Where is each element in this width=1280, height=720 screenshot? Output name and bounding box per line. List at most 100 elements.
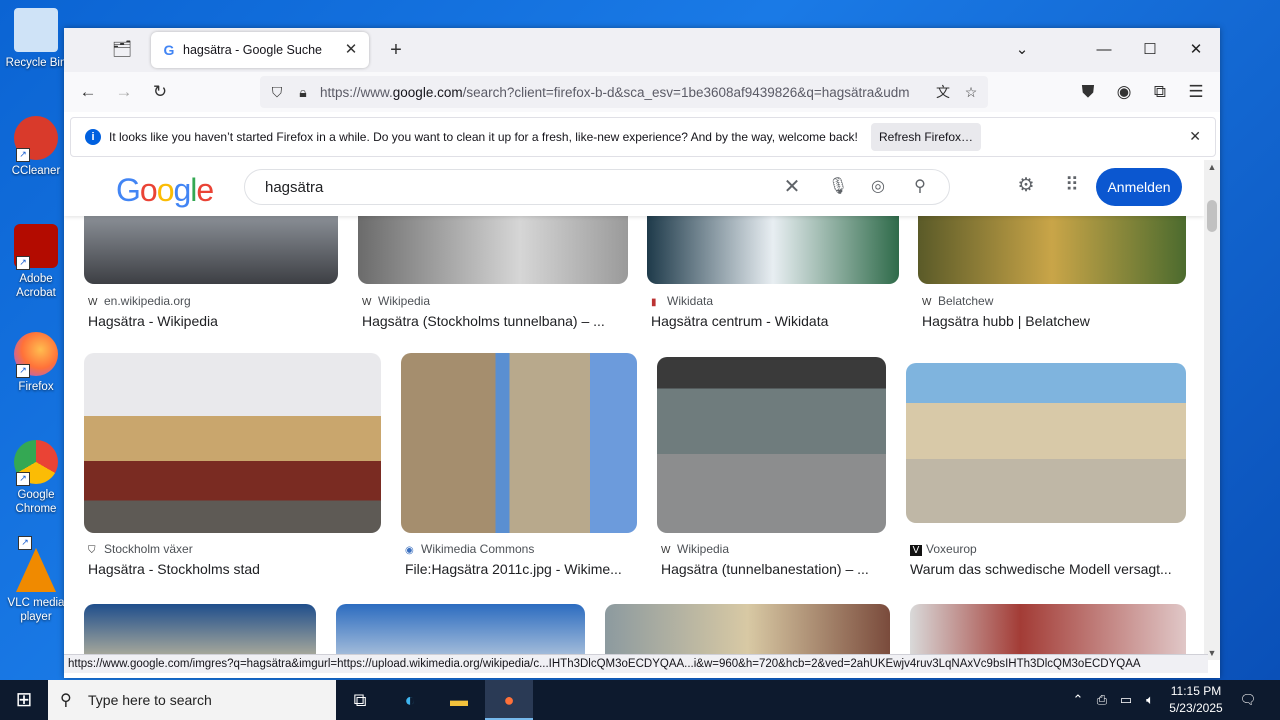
microphone-icon[interactable]: 🎙︎ <box>827 176 849 198</box>
result-thumbnail[interactable] <box>906 363 1186 523</box>
tray-chevron-icon[interactable]: ⌃ <box>1068 680 1088 720</box>
result-thumbnail[interactable] <box>401 353 637 533</box>
desktop-icon-adobe-acrobat[interactable]: ↗ Adobe Acrobat <box>2 224 70 300</box>
windows-start-icon[interactable]: ⊞ <box>0 680 48 720</box>
result-source[interactable]: ▮ Wikidata <box>651 294 713 308</box>
result-title[interactable]: Warum das schwedische Modell versagt... <box>910 561 1186 577</box>
result-thumbnail[interactable] <box>647 216 899 284</box>
tab-google-search[interactable]: G hagsätra - Google Suche ✕ <box>151 32 369 68</box>
url-bar[interactable]: ⛉ 🔒︎ https://www.google.com/search?clien… <box>260 76 988 108</box>
result-source[interactable]: ⛉ Stockholm växer <box>88 542 193 556</box>
result-thumbnail[interactable] <box>84 216 338 284</box>
result-title[interactable]: Hagsätra - Stockholms stad <box>88 561 378 577</box>
minimize-button[interactable]: — <box>1092 38 1116 62</box>
result-thumbnail[interactable] <box>336 604 585 660</box>
belatchew-icon: W <box>922 297 932 308</box>
search-icon[interactable]: ⚲ <box>909 176 931 198</box>
refresh-firefox-button[interactable]: Refresh Firefox… <box>871 123 981 151</box>
taskbar-search-box[interactable]: ⚲ Type here to search <box>48 680 336 720</box>
result-thumbnail[interactable] <box>84 604 316 660</box>
reload-button[interactable]: ↻ <box>148 80 172 104</box>
firefox-view-button[interactable]: 🗂 <box>110 38 134 62</box>
volume-icon[interactable]: 🔈︎ <box>1140 680 1160 720</box>
pocket-icon[interactable]: ⛊ <box>1076 80 1100 104</box>
close-window-button[interactable]: ✕ <box>1184 38 1208 62</box>
wikimedia-icon: ◉ <box>405 545 414 556</box>
desktop-icon-vlc[interactable]: ↗ VLC media player <box>2 536 70 624</box>
result-thumbnail[interactable] <box>918 216 1186 284</box>
voxeurop-icon: V <box>910 545 922 556</box>
sign-in-button[interactable]: Anmelden <box>1096 168 1182 206</box>
result-source[interactable]: W Wikipedia <box>362 294 430 308</box>
result-title[interactable]: Hagsätra hubb | Belatchew <box>922 313 1186 329</box>
clear-search-icon[interactable]: ✕ <box>781 176 803 198</box>
result-thumbnail[interactable] <box>84 353 381 533</box>
page-scrollbar[interactable]: ▲ ▼ <box>1204 160 1220 660</box>
google-apps-grid-icon[interactable]: ⠿ <box>1060 174 1084 198</box>
result-source[interactable]: W Wikipedia <box>661 542 729 556</box>
translate-icon[interactable]: 文 <box>932 81 954 103</box>
forward-button[interactable]: → <box>112 80 136 104</box>
account-icon[interactable]: ◉ <box>1112 80 1136 104</box>
system-clock[interactable]: 11:15 PM 5/23/2025 <box>1160 683 1232 717</box>
desktop-icon-label: Recycle Bin <box>5 57 67 69</box>
logo-letter: G <box>116 172 141 208</box>
desktop-icon-firefox[interactable]: ↗ Firefox <box>2 332 70 394</box>
menu-hamburger-icon[interactable]: ☰ <box>1184 80 1208 104</box>
result-title[interactable]: File:Hagsätra 2011c.jpg - Wikime... <box>405 561 635 577</box>
result-thumbnail[interactable] <box>657 357 886 533</box>
desktop-icon-label: Firefox <box>18 381 54 393</box>
result-thumbnail[interactable] <box>358 216 628 284</box>
scroll-up-arrow-icon[interactable]: ▲ <box>1204 160 1220 174</box>
result-source[interactable]: V Voxeurop <box>910 542 977 556</box>
firefox-icon: ↗ <box>14 332 58 378</box>
result-thumbnail[interactable] <box>605 604 890 660</box>
result-thumbnail[interactable] <box>910 604 1186 660</box>
result-source[interactable]: Wen.wikipedia.org <box>88 294 191 308</box>
tray-network-device-icon[interactable]: ⎙ <box>1092 680 1112 720</box>
desktop-icon-google-chrome[interactable]: ↗ Google Chrome <box>2 440 70 516</box>
file-explorer-icon[interactable]: ▬ <box>435 680 483 720</box>
maximize-button[interactable]: ☐ <box>1138 38 1162 62</box>
url-text[interactable]: https://www.google.com/search?client=fir… <box>320 85 930 100</box>
tab-close-icon[interactable]: ✕ <box>341 40 361 60</box>
new-tab-button[interactable]: + <box>384 38 408 62</box>
firefox-taskbar-icon[interactable]: ● <box>485 680 533 720</box>
tracking-protection-shield-icon[interactable]: ⛉ <box>266 81 288 103</box>
desktop-icon-ccleaner[interactable]: ↗ CCleaner <box>2 116 70 178</box>
notification-close-icon[interactable]: ✕ <box>1189 128 1201 145</box>
desktop-icon-recycle-bin[interactable]: Recycle Bin <box>2 8 70 70</box>
tab-title: hagsätra - Google Suche <box>183 43 322 57</box>
result-title[interactable]: Hagsätra (tunnelbanestation) – ... <box>661 561 885 577</box>
lock-icon[interactable]: 🔒︎ <box>292 81 314 103</box>
task-view-icon[interactable]: ⧉ <box>336 680 384 720</box>
source-label: Voxeurop <box>926 542 977 556</box>
network-icon[interactable]: ▭ <box>1116 680 1136 720</box>
search-box[interactable]: hagsätra ✕ 🎙︎ ◎ ⚲ <box>244 169 950 205</box>
settings-gear-icon[interactable]: ⚙ <box>1014 174 1038 198</box>
wikipedia-icon: W <box>362 297 372 308</box>
scrollbar-thumb[interactable] <box>1207 200 1217 232</box>
list-all-tabs-chevron-icon[interactable]: ⌄ <box>1010 38 1034 62</box>
result-source[interactable]: ◉ Wikimedia Commons <box>405 542 534 556</box>
extensions-icon[interactable]: ⧉ <box>1148 80 1172 104</box>
google-favicon-icon: G <box>163 42 175 58</box>
result-source[interactable]: W Belatchew <box>922 294 993 308</box>
result-title[interactable]: Hagsätra (Stockholms tunnelbana) – ... <box>362 313 620 329</box>
lens-camera-icon[interactable]: ◎ <box>867 176 889 198</box>
notifications-icon[interactable]: 🗨︎ <box>1236 680 1260 720</box>
clock-date: 5/23/2025 <box>1169 701 1223 715</box>
wikipedia-icon: W <box>88 297 98 308</box>
edge-taskbar-icon[interactable]: ◐ <box>386 680 434 720</box>
back-button[interactable]: ← <box>76 80 100 104</box>
google-logo[interactable]: Google <box>116 172 214 209</box>
result-title[interactable]: Hagsätra - Wikipedia <box>88 313 338 329</box>
bookmark-star-icon[interactable]: ☆ <box>960 81 982 103</box>
logo-letter: e <box>196 172 214 208</box>
clock-time: 11:15 PM <box>1170 684 1222 698</box>
source-label: Wikipedia <box>378 294 431 308</box>
result-title[interactable]: Hagsätra centrum - Wikidata <box>651 313 899 329</box>
logo-letter: o <box>156 172 175 208</box>
search-query[interactable]: hagsätra <box>265 179 323 196</box>
adobe-acrobat-icon: ↗ <box>14 224 58 270</box>
